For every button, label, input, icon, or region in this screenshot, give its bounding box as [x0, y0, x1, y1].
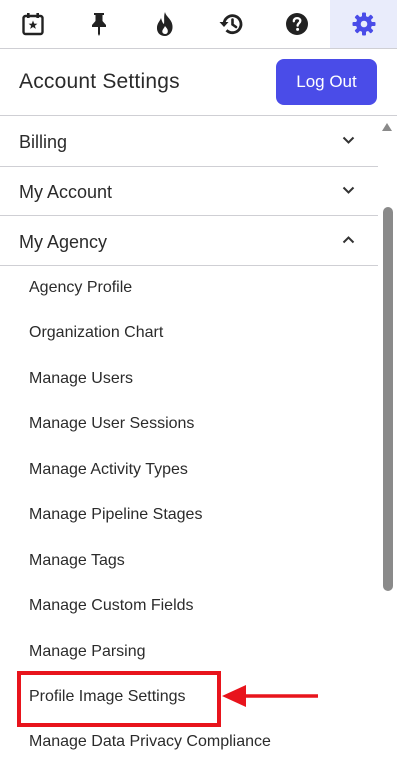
section-my-agency[interactable]: My Agency: [0, 216, 378, 266]
section-label: My Account: [19, 182, 113, 202]
section-label: My Agency: [19, 232, 108, 252]
menu-item-manage-activity-types[interactable]: Manage Activity Types: [29, 461, 188, 479]
chevron-down-icon: [342, 136, 355, 144]
logout-button[interactable]: Log Out: [276, 59, 377, 105]
tab-settings[interactable]: [330, 0, 397, 48]
menu-item-manage-users[interactable]: Manage Users: [29, 370, 133, 388]
menu-item-manage-parsing[interactable]: Manage Parsing: [29, 643, 146, 661]
settings-header: Account Settings Log Out: [0, 49, 397, 116]
tab-hot[interactable]: [132, 0, 198, 48]
menu-item-manage-tags[interactable]: Manage Tags: [29, 552, 125, 570]
pin-icon: [92, 13, 106, 36]
gear-icon: [352, 12, 375, 36]
top-icon-bar: [0, 0, 397, 49]
section-billing[interactable]: Billing: [0, 117, 378, 167]
menu-item-manage-user-sessions[interactable]: Manage User Sessions: [29, 415, 194, 433]
scrollbar-thumb[interactable]: [383, 207, 393, 591]
history-icon: [219, 14, 243, 35]
tab-pinned[interactable]: [66, 0, 132, 48]
highlight-box: [17, 671, 221, 727]
menu-item-agency-profile[interactable]: Agency Profile: [29, 279, 132, 297]
scroll-up-arrow-icon[interactable]: [381, 122, 393, 132]
chevron-down-icon: [342, 186, 355, 194]
section-my-account[interactable]: My Account: [0, 167, 378, 216]
menu-item-organization-chart[interactable]: Organization Chart: [29, 324, 163, 342]
menu-item-manage-pipeline-stages[interactable]: Manage Pipeline Stages: [29, 506, 202, 524]
section-label: Billing: [19, 132, 68, 152]
menu-item-manage-data-privacy-compliance[interactable]: Manage Data Privacy Compliance: [29, 733, 271, 751]
fire-icon: [156, 12, 173, 36]
annotation-arrow-icon: [222, 685, 318, 707]
tab-calendar[interactable]: [0, 0, 66, 48]
tab-history[interactable]: [198, 0, 264, 48]
calendar-star-icon: [22, 13, 44, 36]
tab-help[interactable]: [264, 0, 330, 48]
chevron-up-icon: [342, 236, 355, 244]
page-title: Account Settings: [19, 70, 180, 93]
menu-item-manage-custom-fields[interactable]: Manage Custom Fields: [29, 597, 194, 615]
help-icon: [286, 13, 308, 35]
settings-panel: Account Settings Log Out Billing My Acco…: [0, 0, 397, 770]
